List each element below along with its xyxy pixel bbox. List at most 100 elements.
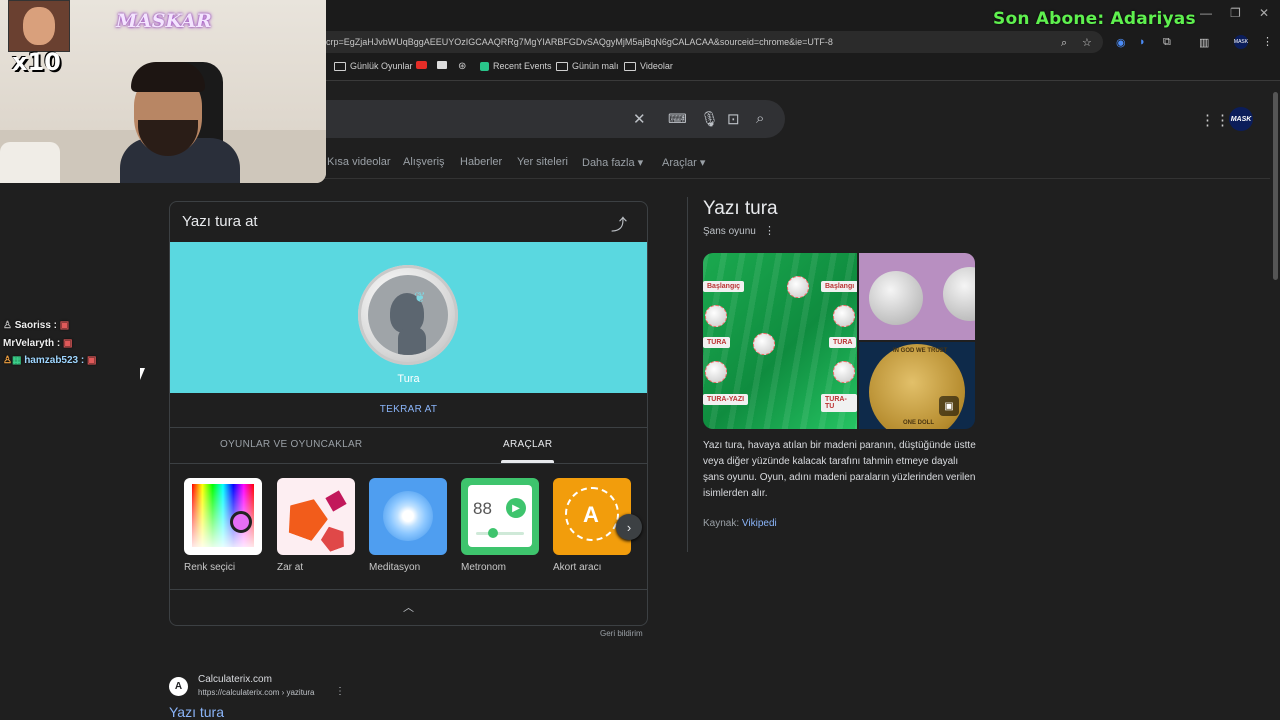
meditation-tile[interactable]	[369, 478, 447, 555]
result-title-link[interactable]: Yazı tura	[169, 704, 224, 720]
chevron-right-icon[interactable]: ›	[616, 514, 642, 540]
multiplier-label: x10	[12, 48, 61, 76]
laurel-icon: ❦	[414, 289, 426, 305]
knowledge-panel-subtitle: Şans oyunu	[703, 226, 756, 237]
clear-search-icon[interactable]: ✕	[633, 110, 646, 128]
side-panel-icon[interactable]: ▥	[1199, 36, 1209, 49]
restore-icon[interactable]: ❐	[1230, 6, 1241, 20]
knowledge-panel-description: Yazı tura, havaya atılan bir madeni para…	[703, 440, 976, 499]
result-more-icon[interactable]: ⋮	[335, 686, 345, 697]
extension-icon[interactable]: ◉	[1116, 36, 1126, 49]
diagram-label: Başlangı	[821, 281, 857, 292]
tab-short-videos[interactable]: Kısa videolar	[327, 156, 391, 168]
coin-inscription: IN GOD WE TRUST	[893, 348, 948, 354]
emote-icon: ▣	[63, 338, 73, 349]
dice-tile[interactable]	[277, 478, 355, 555]
share-icon[interactable]: ⤴	[611, 211, 627, 235]
bookmark-label: Günlük Oyunlar	[350, 61, 413, 71]
bookmark-gunluk-oyunlar[interactable]: Günlük Oyunlar	[334, 61, 413, 71]
scrollbar-thumb[interactable]	[1273, 92, 1278, 280]
knowledge-panel-source: Kaynak: Vikipedi	[703, 518, 777, 529]
streamelements-icon	[480, 61, 489, 71]
lens-camera-icon[interactable]: ⊡	[727, 110, 740, 128]
keyboard-icon[interactable]: ⌨	[668, 111, 687, 127]
tab-news[interactable]: Haberler	[460, 156, 502, 168]
bookmark-chatgpt[interactable]: ⊛	[458, 61, 466, 72]
microphone-icon[interactable]: 🎙︎	[700, 110, 719, 128]
close-window-icon[interactable]: ✕	[1259, 6, 1269, 20]
tuner-letter: A	[583, 502, 599, 527]
more-options-icon[interactable]: ⋮	[764, 224, 775, 237]
knowledge-panel-divider	[687, 197, 688, 552]
bookmark-label: Videolar	[640, 61, 673, 71]
folder-icon	[334, 61, 346, 71]
tab-web-sites[interactable]: Yer siteleri	[517, 156, 568, 168]
chat-username: hamzab523 :	[24, 355, 85, 366]
tab-tools[interactable]: Araçlar ▾	[662, 156, 705, 169]
omnibox-url[interactable]: crp=EgZjaHJvbWUqBggAEEUYOzIGCAAQRRg7MgYI…	[326, 37, 833, 47]
diagram-label: TURA	[829, 337, 857, 348]
result-site-name[interactable]: Calculaterix.com	[198, 674, 272, 685]
site-favicon[interactable]: A	[169, 677, 188, 696]
feedback-link[interactable]: Geri bildirim	[600, 629, 643, 638]
emote-image	[8, 0, 70, 52]
youtube-icon	[416, 61, 427, 69]
coin-result-label: Tura	[397, 373, 420, 385]
tab-more[interactable]: Daha fazla ▾	[582, 156, 643, 169]
dollar-coin-image[interactable]: IN GOD WE TRUST ONE DOLL ▣	[859, 342, 975, 429]
media-icon	[437, 61, 447, 69]
tool-label: Akort aracı	[553, 562, 602, 573]
image-gallery-icon[interactable]: ▣	[939, 396, 959, 416]
tab-games-and-toys[interactable]: OYUNLAR VE OYUNCAKLAR	[220, 439, 362, 450]
collapse-chevron-icon[interactable]: ︿	[170, 599, 647, 615]
metronome-tile[interactable]: 88 ▶	[461, 478, 539, 555]
coin-flip-card: Yazı tura at ⤴ ❦ Tura TEKRAR AT OYUNLAR …	[169, 201, 648, 626]
play-icon: ▶	[506, 498, 526, 518]
tab-tools-category[interactable]: ARAÇLAR	[503, 439, 552, 450]
search-icon[interactable]: ⌕	[756, 110, 764, 127]
knowledge-panel-title: Yazı tura	[703, 198, 778, 219]
coin-picture	[943, 267, 975, 321]
coin-inscription: ONE DOLL	[903, 420, 934, 426]
account-avatar[interactable]: MASK	[1229, 107, 1253, 131]
tab-shopping[interactable]: Alışveriş	[403, 156, 445, 168]
mouse-cursor-icon	[140, 368, 145, 380]
chat-message: MrVelaryth : ▣	[3, 338, 72, 349]
diagram-label: TURA-YAZI	[703, 394, 749, 405]
chat-message: ♙ Saoriss : ▣	[3, 320, 69, 331]
coin-flip-area[interactable]: ❦ Tura	[170, 242, 647, 393]
bookmark-youtube[interactable]	[416, 61, 427, 69]
tool-label: Metronom	[461, 562, 507, 573]
bookmark-videolar[interactable]: Videolar	[624, 61, 673, 71]
meditation-icon	[383, 491, 433, 541]
folder-icon	[624, 61, 636, 71]
result-url[interactable]: https://calculaterix.com › yazitura	[198, 688, 314, 697]
subscriber-badge-icon: ▦	[11, 355, 22, 366]
chat-message: ♙▦ hamzab523 : ▣	[3, 355, 96, 366]
menu-kebab-icon[interactable]: ⋮	[1262, 35, 1273, 48]
bookmark-media[interactable]	[437, 61, 447, 69]
bookmark-recent-events[interactable]: Recent Events	[480, 61, 552, 71]
coin-toss-diagram-image[interactable]: Başlangıç Başlangı TURA TURA TURA-YAZI T…	[703, 253, 857, 429]
pence-coins-image[interactable]	[859, 253, 975, 340]
chat-username: MrVelaryth :	[3, 338, 61, 349]
coin-neck-silhouette	[398, 327, 426, 355]
wikipedia-link[interactable]: Vikipedi	[742, 518, 777, 529]
extensions-puzzle-icon[interactable]: ⧉	[1163, 36, 1171, 49]
bookmark-label: Günün malı	[572, 61, 619, 71]
diagram-label: TURA	[703, 337, 731, 348]
diagram-label: Başlangıç	[703, 281, 745, 292]
bookmark-star-icon[interactable]: ☆	[1082, 36, 1092, 49]
metronome-bpm: 88	[473, 499, 492, 518]
audio-extension-icon[interactable]: ◗	[1139, 36, 1146, 48]
coin-image[interactable]: ❦	[358, 265, 458, 365]
profile-avatar-icon[interactable]: MASK	[1234, 35, 1248, 49]
color-picker-tile[interactable]	[184, 478, 262, 555]
zoom-icon[interactable]: ⌕	[1061, 37, 1067, 50]
flip-again-button[interactable]: TEKRAR AT	[170, 404, 647, 415]
emote-icon: ▣	[87, 355, 97, 366]
minimize-icon[interactable]: —	[1200, 6, 1212, 20]
bookmark-gunun-mali[interactable]: Günün malı	[556, 61, 619, 71]
divider	[170, 427, 647, 428]
tool-label: Meditasyon	[369, 562, 421, 573]
